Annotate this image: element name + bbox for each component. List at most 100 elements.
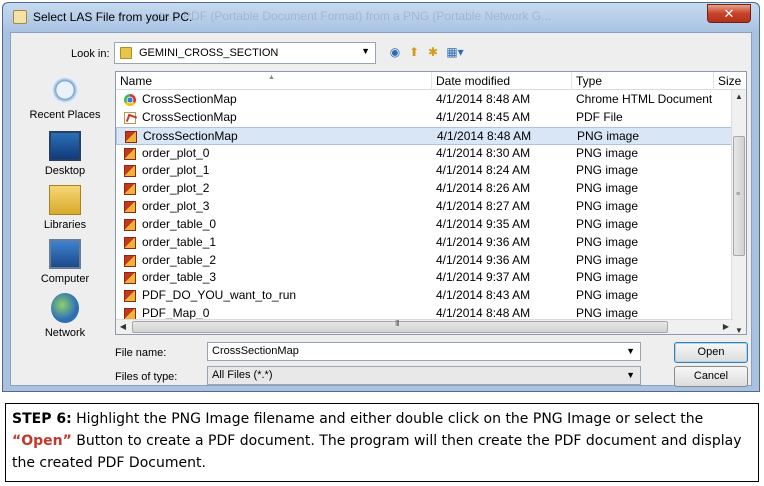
- file-row[interactable]: CrossSectionMap 4/1/2014 8:48 AM PNG image: [116, 126, 733, 145]
- file-type-cell: PNG image: [576, 181, 639, 196]
- background-window-text: ...ate a PDF (Portable Document Format) …: [143, 9, 552, 23]
- png-file-icon: [125, 130, 137, 143]
- file-type-cell: PNG image: [576, 252, 639, 267]
- column-header-date[interactable]: Date modified: [432, 72, 572, 90]
- view-menu-icon[interactable]: ▦▾: [444, 44, 466, 60]
- file-name-cell: order_table_1: [142, 234, 217, 249]
- file-date-cell: 4/1/2014 8:26 AM: [436, 181, 531, 196]
- chevron-down-icon: ▼: [361, 46, 370, 56]
- horizontal-scroll-thumb[interactable]: III: [132, 319, 668, 333]
- place-desktop[interactable]: Desktop: [19, 131, 111, 177]
- png-file-icon: [124, 147, 136, 160]
- png-file-icon: [124, 290, 136, 303]
- file-date-cell: 4/1/2014 8:27 AM: [436, 199, 531, 214]
- file-name-cell: order_plot_2: [142, 181, 210, 196]
- file-type-cell: PNG image: [577, 128, 640, 143]
- close-button[interactable]: ✕: [707, 4, 751, 23]
- place-label: Computer: [40, 273, 90, 285]
- scroll-down-icon[interactable]: ▼: [732, 324, 746, 334]
- scroll-left-icon[interactable]: ◀: [116, 320, 130, 334]
- file-row[interactable]: order_plot_2 4/1/2014 8:26 AM PNG image: [116, 180, 733, 198]
- column-header-row: Name ▲ Date modified Type Size: [116, 72, 746, 90]
- png-file-icon: [124, 201, 136, 214]
- file-row[interactable]: order_table_0 4/1/2014 9:35 AM PNG image: [116, 216, 733, 234]
- place-label: Desktop: [44, 165, 86, 177]
- horizontal-scrollbar[interactable]: ◀ III ▶: [116, 319, 733, 334]
- file-rows: CrossSectionMap 4/1/2014 8:48 AM Chrome HT…: [116, 91, 733, 323]
- computer-icon: [49, 239, 81, 269]
- file-date-cell: 4/1/2014 9:37 AM: [436, 270, 531, 285]
- file-type-cell: PNG image: [576, 145, 639, 160]
- file-type-cell: PNG image: [576, 199, 639, 214]
- file-row[interactable]: CrossSectionMap 4/1/2014 8:45 AM PDF File: [116, 109, 733, 127]
- instruction-caption: STEP 6: Highlight the PNG Image filename…: [5, 403, 759, 482]
- file-chooser-window: ...ate a PDF (Portable Document Format) …: [2, 2, 760, 392]
- column-header-size[interactable]: Size: [714, 72, 746, 90]
- chrome-file-icon: [124, 94, 136, 106]
- files-of-type-dropdown[interactable]: All Files (*.*) ▼: [207, 366, 641, 385]
- place-libraries[interactable]: Libraries: [19, 185, 111, 231]
- file-row[interactable]: order_table_1 4/1/2014 9:36 AM PNG image: [116, 234, 733, 252]
- place-network[interactable]: Network: [19, 293, 111, 339]
- open-button[interactable]: Open: [674, 342, 748, 363]
- chevron-down-icon[interactable]: ▼: [626, 367, 635, 384]
- png-file-icon: [124, 165, 136, 178]
- file-date-cell: 4/1/2014 8:30 AM: [436, 145, 531, 160]
- look-in-dropdown[interactable]: GEMINI_CROSS_SECTION ▼: [114, 42, 376, 64]
- files-of-type-value: All Files (*.*): [212, 369, 273, 381]
- navigation-toolbar: ◉ ⬆ ✱ ▦▾: [387, 44, 466, 60]
- file-row[interactable]: order_plot_3 4/1/2014 8:27 AM PNG image: [116, 198, 733, 216]
- file-type-cell: PNG image: [576, 288, 639, 303]
- place-computer[interactable]: Computer: [19, 239, 111, 285]
- file-row[interactable]: order_table_3 4/1/2014 9:37 AM PNG image: [116, 269, 733, 287]
- scroll-up-icon[interactable]: ▲: [732, 90, 746, 104]
- vertical-scroll-thumb[interactable]: ≡: [733, 136, 745, 256]
- libraries-icon: [49, 185, 81, 215]
- window-title: Select LAS File from your PC.: [33, 10, 193, 24]
- pdf-file-icon: [124, 111, 136, 124]
- place-recent-places[interactable]: Recent Places: [19, 75, 111, 121]
- file-type-cell: PNG image: [576, 270, 639, 285]
- files-of-type-label: Files of type:: [115, 371, 178, 383]
- places-bar: Recent Places Desktop Libraries Computer…: [19, 71, 111, 339]
- file-name-cell: order_plot_1: [142, 163, 210, 178]
- file-row[interactable]: CrossSectionMap 4/1/2014 8:48 AM Chrome HT…: [116, 91, 733, 109]
- chevron-down-icon[interactable]: ▼: [626, 343, 635, 360]
- vertical-scrollbar[interactable]: ▲ ≡ ▼: [731, 90, 746, 334]
- file-name-cell: CrossSectionMap: [142, 92, 237, 106]
- up-folder-icon[interactable]: ⬆: [406, 44, 422, 60]
- place-label: Network: [44, 327, 86, 339]
- cancel-button[interactable]: Cancel: [674, 366, 748, 387]
- java-app-icon: [13, 10, 27, 24]
- file-row[interactable]: order_plot_0 4/1/2014 8:30 AM PNG image: [116, 145, 733, 163]
- caption-text-1: Highlight the PNG Image filename and eit…: [71, 411, 704, 427]
- dialog-client-area: Look in: GEMINI_CROSS_SECTION ▼ ◉ ⬆ ✱ ▦▾…: [10, 32, 752, 387]
- file-row[interactable]: order_plot_1 4/1/2014 8:24 AM PNG image: [116, 162, 733, 180]
- file-date-cell: 4/1/2014 9:35 AM: [436, 216, 531, 231]
- back-icon[interactable]: ◉: [387, 44, 403, 60]
- caption-open-highlight: “Open”: [12, 433, 72, 449]
- file-name-cell: order_plot_3: [142, 199, 210, 214]
- column-header-name[interactable]: Name ▲: [116, 72, 432, 90]
- title-bar[interactable]: ...ate a PDF (Portable Document Format) …: [3, 3, 759, 31]
- file-list[interactable]: Name ▲ Date modified Type Size CrossSect…: [115, 71, 747, 335]
- file-row[interactable]: order_table_2 4/1/2014 9:36 AM PNG image: [116, 252, 733, 270]
- file-name-input[interactable]: CrossSectionMap ▼: [207, 342, 641, 361]
- file-date-cell: 4/1/2014 8:48 AM: [437, 128, 532, 143]
- png-file-icon: [124, 218, 136, 231]
- file-date-cell: 4/1/2014 9:36 AM: [436, 234, 531, 249]
- file-type-cell: PNG image: [576, 234, 639, 249]
- png-file-icon: [124, 183, 136, 196]
- folder-icon: [120, 47, 132, 59]
- png-file-icon: [124, 254, 136, 267]
- new-folder-icon[interactable]: ✱: [425, 44, 441, 60]
- file-name-cell: order_table_0: [142, 216, 217, 231]
- column-header-type[interactable]: Type: [572, 72, 714, 90]
- file-type-cell: Chrome HTML Document: [576, 92, 713, 106]
- network-icon: [51, 293, 79, 323]
- file-name-cell: CrossSectionMap: [142, 109, 237, 124]
- look-in-label: Look in:: [71, 48, 110, 60]
- file-date-cell: 4/1/2014 8:48 AM: [436, 92, 531, 106]
- file-row[interactable]: PDF_DO_YOU_want_to_run 4/1/2014 8:43 AM PN…: [116, 287, 733, 305]
- scroll-right-icon[interactable]: ▶: [719, 320, 733, 334]
